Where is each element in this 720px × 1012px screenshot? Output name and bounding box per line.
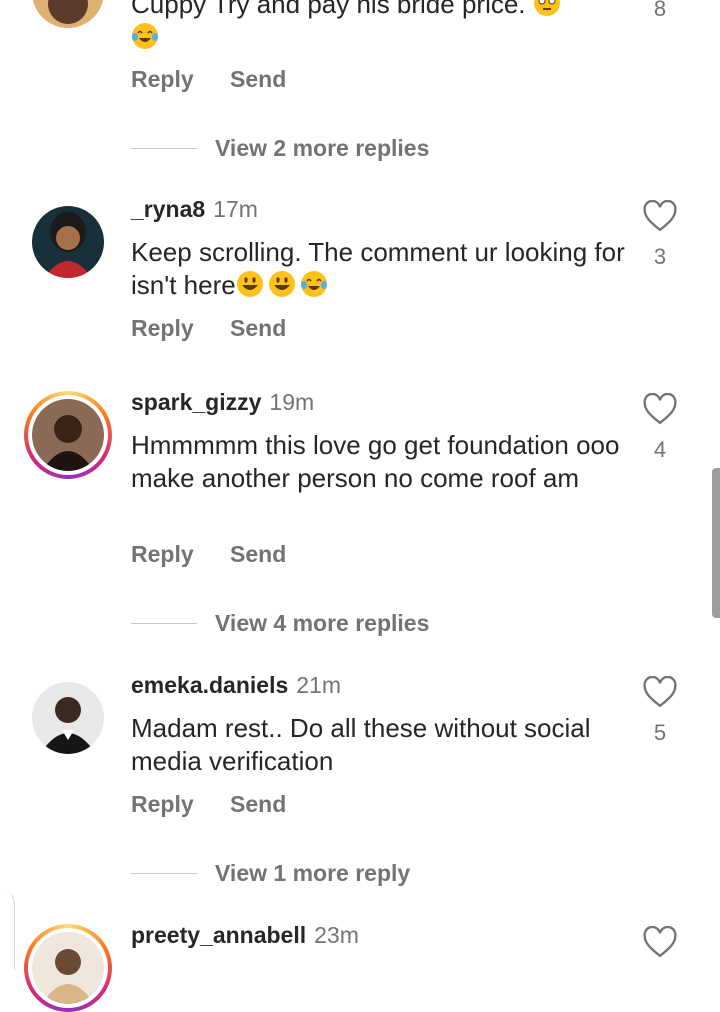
like-count: 5 <box>653 720 667 745</box>
like-count: 3 <box>653 244 667 269</box>
comment-header: _ryna8 17m <box>131 196 258 223</box>
view-more-label: View 4 more replies <box>215 609 430 636</box>
reply-button[interactable]: Reply <box>131 791 194 817</box>
reply-button[interactable]: Reply <box>131 541 194 567</box>
heart-icon[interactable] <box>642 200 678 232</box>
comment-text: Keep scrolling. The comment ur looking f… <box>131 237 625 300</box>
avatar[interactable] <box>32 682 104 754</box>
send-button[interactable]: Send <box>230 315 286 341</box>
tears-of-joy-emoji-icon <box>300 271 327 297</box>
view-more-replies[interactable]: View 2 more replies <box>131 133 429 163</box>
avatar[interactable] <box>24 391 112 479</box>
view-more-label: View 1 more reply <box>215 859 411 886</box>
divider <box>131 872 197 874</box>
reply-button[interactable]: Reply <box>131 66 194 92</box>
timestamp: 23m <box>314 922 359 948</box>
comment-text: Hmmmmm this love go get foundation ooo m… <box>131 430 620 493</box>
avatar[interactable] <box>32 0 104 28</box>
like-count: 8 <box>653 0 667 21</box>
panel-edge <box>0 890 15 970</box>
view-more-label: View 2 more replies <box>215 134 430 161</box>
send-button[interactable]: Send <box>230 66 286 92</box>
comment-text: Madam rest.. Do all these without social… <box>131 713 591 776</box>
comment-header: spark_gizzy 19m <box>131 389 314 416</box>
timestamp: 17m <box>213 196 258 222</box>
heart-icon[interactable] <box>642 393 678 425</box>
grinning-emoji-icon <box>236 271 263 297</box>
username[interactable]: _ryna8 <box>131 196 205 222</box>
send-button[interactable]: Send <box>230 791 286 817</box>
tears-of-joy-emoji-icon <box>132 23 158 49</box>
comment-actions: Reply Send <box>131 66 316 93</box>
heart-icon[interactable] <box>642 676 678 708</box>
timestamp: 19m <box>269 389 315 415</box>
view-more-replies[interactable]: View 4 more replies <box>131 608 429 638</box>
avatar[interactable] <box>24 924 112 1012</box>
avatar[interactable] <box>32 206 104 278</box>
comment-text: Cuppy Try and pay his bride price. <box>131 0 631 54</box>
comment-actions: Reply Send <box>131 541 316 568</box>
username[interactable]: emeka.daniels <box>131 672 288 698</box>
comment-header: preety_annabell 23m <box>131 922 359 949</box>
divider <box>131 622 197 624</box>
timestamp: 21m <box>296 672 342 698</box>
heart-icon[interactable] <box>642 926 678 958</box>
username[interactable]: spark_gizzy <box>131 389 261 415</box>
scrollbar[interactable] <box>712 468 720 618</box>
comment-header: emeka.daniels 21m <box>131 672 341 699</box>
username[interactable]: preety_annabell <box>131 922 306 948</box>
comment-actions: Reply Send <box>131 315 316 342</box>
flushed-emoji-icon <box>533 0 560 16</box>
send-button[interactable]: Send <box>230 541 286 567</box>
reply-button[interactable]: Reply <box>131 315 194 341</box>
divider <box>131 147 197 149</box>
like-count: 4 <box>653 437 667 462</box>
comment-actions: Reply Send <box>131 791 316 818</box>
grinning-emoji-icon <box>268 271 295 297</box>
view-more-replies[interactable]: View 1 more reply <box>131 858 410 888</box>
